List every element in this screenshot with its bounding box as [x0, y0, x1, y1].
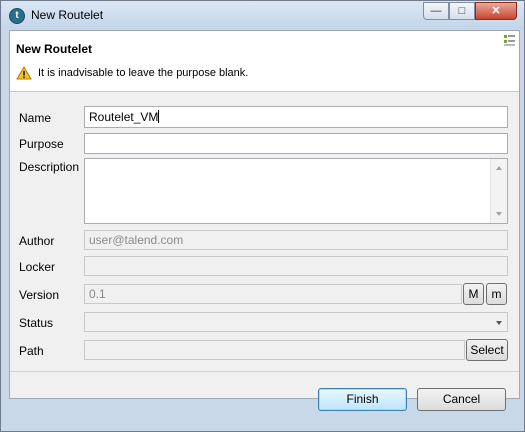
window-controls: — □ ✕: [423, 2, 517, 20]
select-path-button[interactable]: Select: [466, 339, 508, 361]
maximize-button[interactable]: □: [449, 2, 475, 20]
description-textarea[interactable]: [84, 158, 508, 224]
dialog-content: New Routelet It is inadvisable to leave …: [9, 30, 520, 399]
wizard-banner-icon: [503, 33, 516, 47]
wizard-header: New Routelet It is inadvisable to leave …: [10, 31, 519, 92]
name-label: Name: [19, 111, 52, 125]
page-title: New Routelet: [16, 42, 93, 56]
version-input: 0.1: [84, 284, 462, 304]
scroll-down-icon[interactable]: [496, 212, 502, 216]
description-label: Description: [19, 160, 80, 174]
version-label: Version: [19, 288, 60, 302]
scroll-up-icon[interactable]: [496, 166, 502, 170]
purpose-input[interactable]: [84, 133, 508, 154]
new-routelet-dialog: t New Routelet — □ ✕ New Routelet It is …: [0, 0, 525, 432]
author-label: Author: [19, 234, 55, 248]
warning-message: It is inadvisable to leave the purpose b…: [16, 66, 248, 80]
major-version-button[interactable]: M: [463, 283, 484, 305]
minimize-button[interactable]: —: [423, 2, 449, 20]
author-input: user@talend.com: [84, 230, 508, 250]
cancel-button[interactable]: Cancel: [417, 388, 506, 411]
name-input[interactable]: Routelet_VM: [84, 106, 508, 128]
description-scrollbar[interactable]: [490, 159, 507, 223]
warning-icon: [16, 66, 32, 80]
name-value: Routelet_VM: [89, 110, 159, 124]
chevron-down-icon: [496, 321, 502, 325]
status-select[interactable]: [84, 312, 508, 332]
window-title: New Routelet: [31, 8, 104, 22]
path-input: [84, 340, 465, 360]
close-button[interactable]: ✕: [475, 2, 517, 20]
finish-button[interactable]: Finish: [318, 388, 407, 411]
text-cursor: [158, 110, 160, 123]
minor-version-button[interactable]: m: [486, 283, 507, 305]
footer-divider: [10, 371, 519, 372]
status-label: Status: [19, 316, 54, 330]
locker-input: [84, 256, 508, 276]
purpose-label: Purpose: [19, 137, 64, 151]
path-label: Path: [19, 344, 44, 358]
warning-text: It is inadvisable to leave the purpose b…: [38, 67, 249, 79]
locker-label: Locker: [19, 260, 56, 274]
title-bar[interactable]: t New Routelet — □ ✕: [1, 1, 524, 29]
talend-app-icon: t: [9, 8, 25, 24]
